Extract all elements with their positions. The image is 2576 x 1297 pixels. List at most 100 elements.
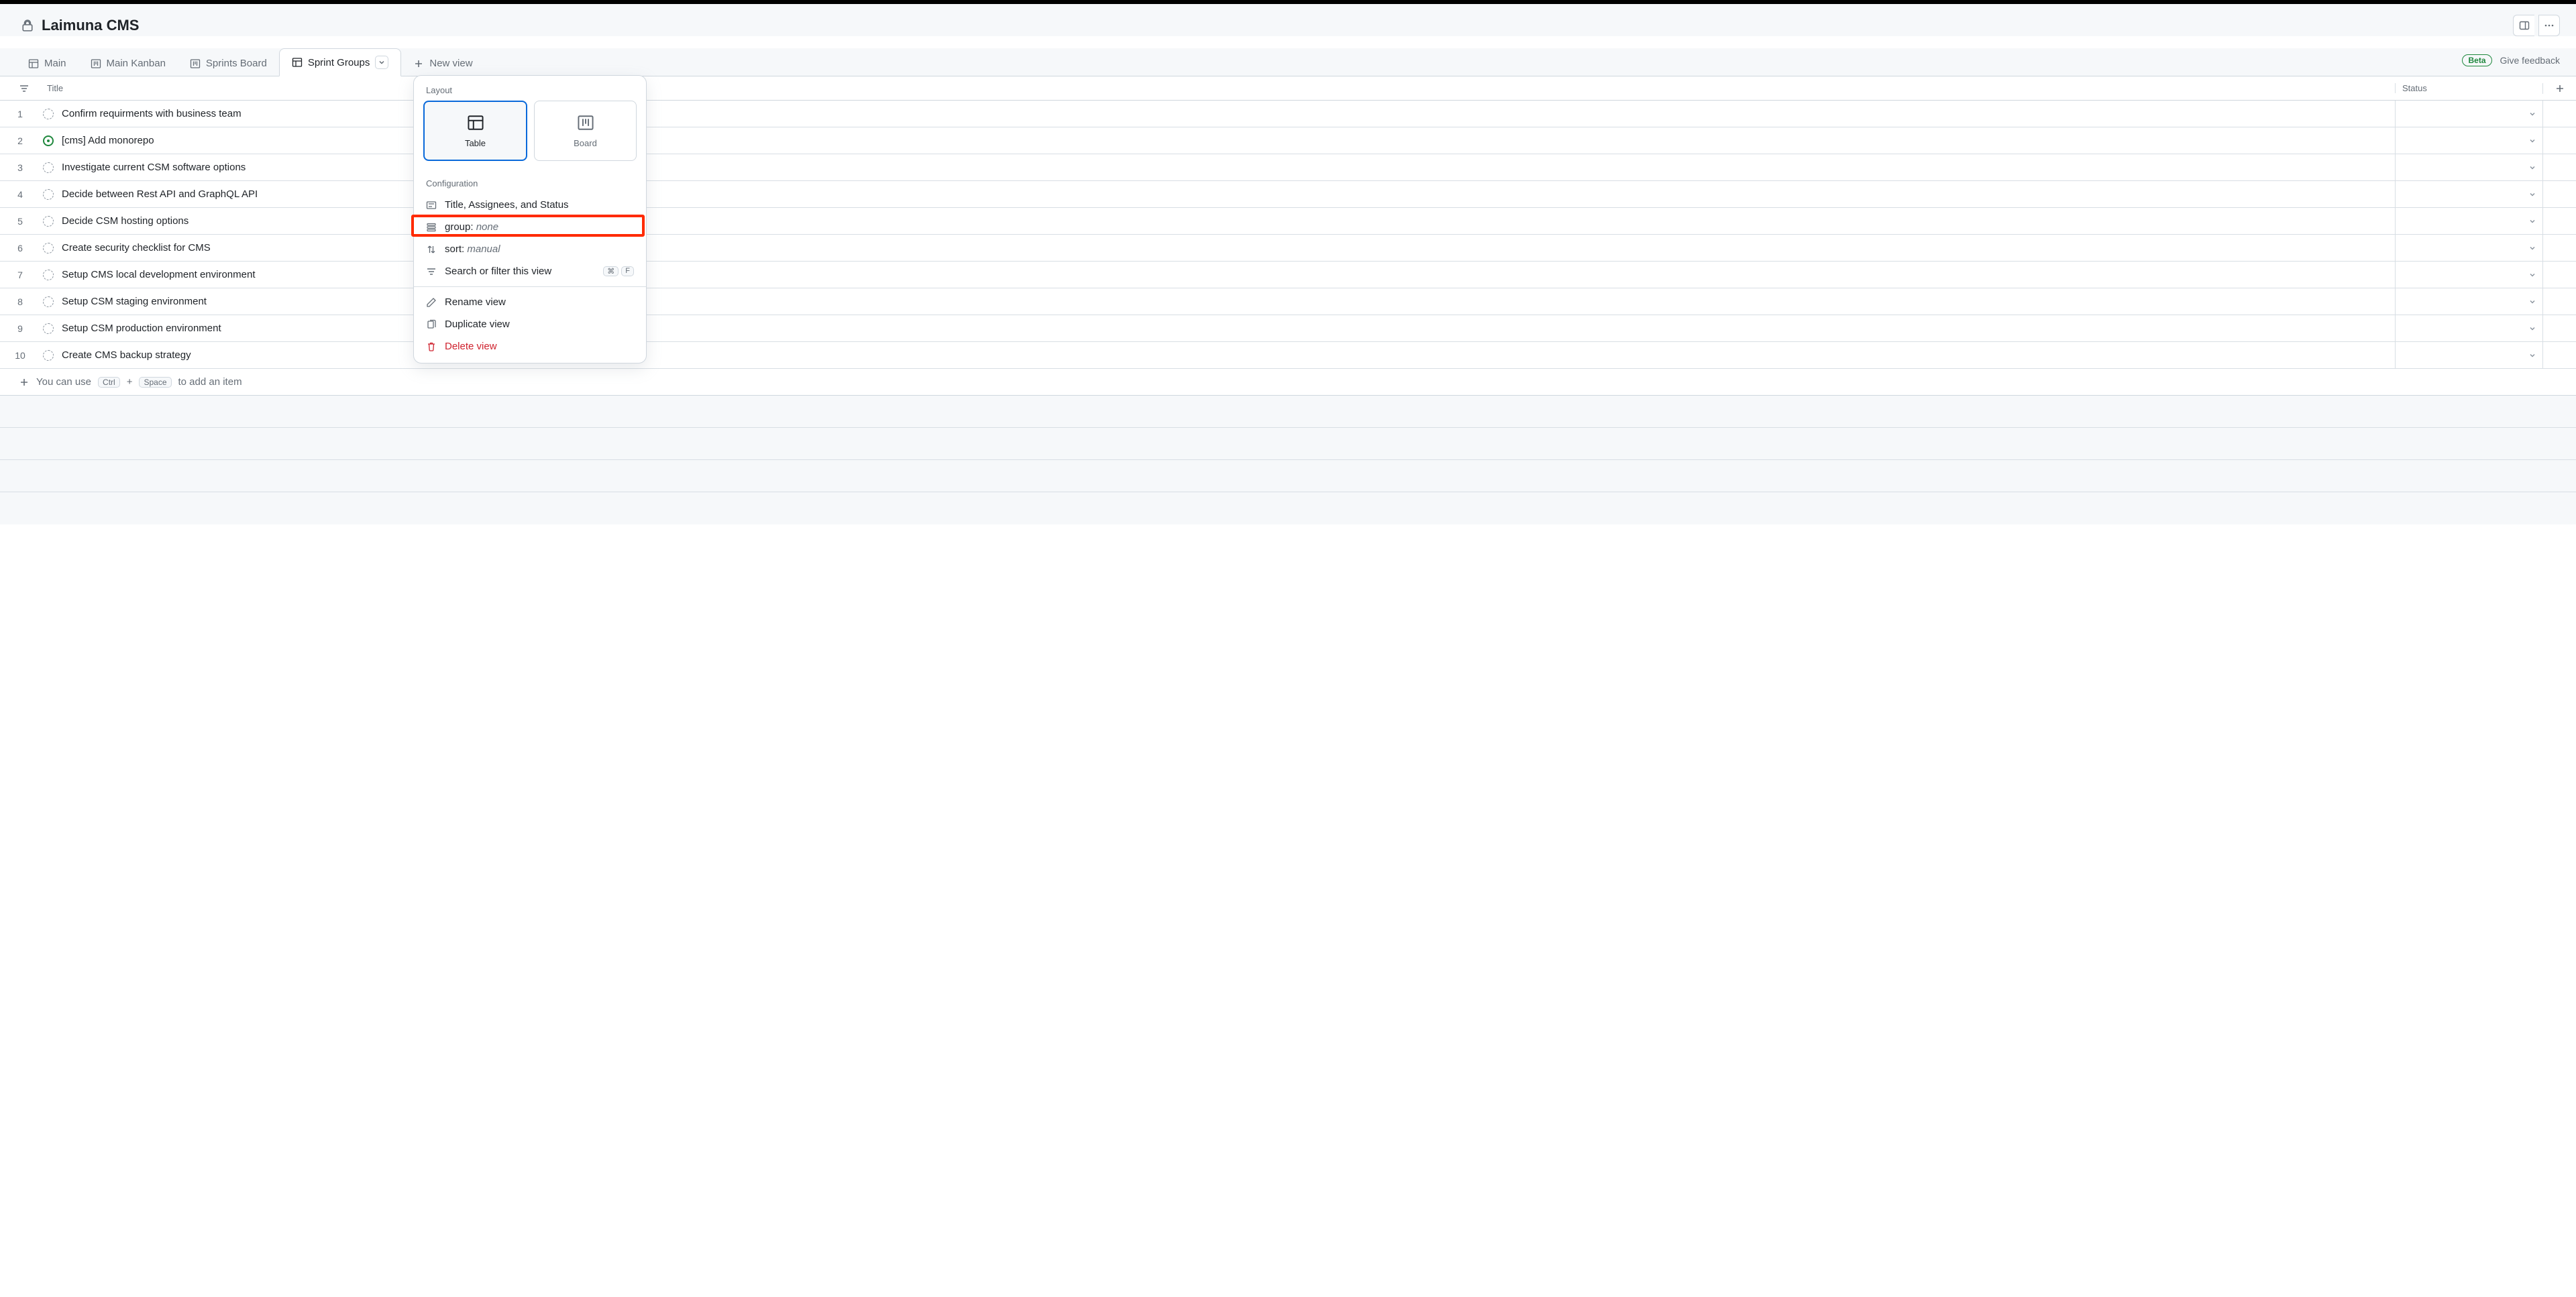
rename-view-item[interactable]: Rename view (414, 291, 646, 313)
table-row[interactable]: 4 Decide between Rest API and GraphQL API (0, 181, 2576, 208)
row-title-cell[interactable]: Setup CMS local development environment (40, 269, 2395, 280)
sort-icon (426, 244, 437, 255)
table-row[interactable]: 7 Setup CMS local development environment (0, 262, 2576, 288)
row-number: 6 (0, 243, 40, 253)
add-item-row[interactable]: You can use Ctrl + Space to add an item (0, 369, 2576, 396)
group-icon (426, 222, 437, 233)
search-filter-item[interactable]: Search or filter this view ⌘ F (414, 260, 646, 282)
chevron-down-icon (2529, 137, 2536, 144)
chevron-down-icon (2529, 111, 2536, 117)
row-title-text: [cms] Add monorepo (62, 135, 154, 146)
tab-main-kanban[interactable]: Main Kanban (78, 51, 178, 76)
row-title-cell[interactable]: Setup CSM production environment (40, 323, 2395, 334)
status-cell[interactable] (2395, 262, 2542, 288)
open-issue-icon (43, 135, 54, 146)
status-cell[interactable] (2395, 154, 2542, 180)
status-cell[interactable] (2395, 342, 2542, 368)
chevron-down-icon (2529, 352, 2536, 359)
row-number: 10 (0, 350, 40, 361)
row-title-cell[interactable]: Confirm requirments with business team (40, 108, 2395, 119)
table-row[interactable]: 1 Confirm requirments with business team (0, 101, 2576, 127)
status-cell[interactable] (2395, 181, 2542, 207)
row-number: 3 (0, 162, 40, 173)
new-view-button[interactable]: New view (401, 51, 484, 76)
draft-issue-icon (43, 109, 54, 119)
status-cell[interactable] (2395, 127, 2542, 154)
trash-icon (426, 341, 437, 352)
row-title-cell[interactable]: Decide CSM hosting options (40, 215, 2395, 227)
plus-icon (19, 377, 30, 388)
draft-issue-icon (43, 296, 54, 307)
column-status[interactable]: Status (2395, 83, 2542, 93)
tab-sprints-board[interactable]: Sprints Board (178, 51, 279, 76)
tab-main[interactable]: Main (16, 51, 78, 76)
table-row[interactable]: 3 Investigate current CSM software option… (0, 154, 2576, 181)
duplicate-icon (426, 319, 437, 330)
row-title-text: Setup CSM production environment (62, 323, 221, 334)
row-title-cell[interactable]: Create CMS backup strategy (40, 349, 2395, 361)
row-number: 5 (0, 216, 40, 227)
delete-view-item[interactable]: Delete view (414, 335, 646, 357)
status-cell[interactable] (2395, 208, 2542, 234)
project-title: Laimuna CMS (42, 17, 139, 34)
table-row[interactable]: 9Setup CSM production environment (0, 315, 2576, 342)
chevron-down-icon (2529, 191, 2536, 198)
table-row[interactable]: 2[cms] Add monorepo (0, 127, 2576, 154)
panel-toggle-button[interactable] (2513, 15, 2534, 36)
row-title-text: Setup CSM staging environment (62, 296, 207, 307)
draft-issue-icon (43, 323, 54, 334)
row-title-cell[interactable]: Decide between Rest API and GraphQL API (40, 188, 2395, 200)
draft-issue-icon (43, 243, 54, 253)
filter-button[interactable] (0, 83, 40, 94)
table-row[interactable]: 6 Create security checklist for CMS (0, 235, 2576, 262)
row-title-text: Decide between Rest API and GraphQL API (62, 188, 258, 200)
give-feedback-link[interactable]: Give feedback (2500, 55, 2561, 66)
configuration-section-label: Configuration (414, 169, 646, 194)
row-title-text: Investigate current CSM software options (62, 162, 246, 173)
layout-board-option[interactable]: Board (534, 101, 637, 161)
filter-icon (426, 266, 437, 277)
group-config-item[interactable]: group: none (414, 216, 646, 238)
sort-config-item[interactable]: sort: manual (414, 238, 646, 260)
fields-config-item[interactable]: Title, Assignees, and Status (414, 194, 646, 216)
items-table: Title Status 1 Confirm requirments with b… (0, 76, 2576, 524)
draft-issue-icon (43, 162, 54, 173)
row-title-cell[interactable]: Create security checklist for CMS (40, 242, 2395, 253)
layout-table-option[interactable]: Table (423, 101, 527, 161)
fields-icon (426, 200, 437, 211)
row-title-text: Create security checklist for CMS (62, 242, 211, 253)
tab-sprint-groups[interactable]: Sprint Groups (279, 48, 402, 76)
view-options-popover: Layout Table Board Configuration Title, … (413, 75, 647, 363)
row-title-cell[interactable]: Setup CSM staging environment (40, 296, 2395, 307)
chevron-down-icon (2529, 218, 2536, 225)
chevron-down-icon (2529, 272, 2536, 278)
draft-issue-icon (43, 350, 54, 361)
row-number: 8 (0, 296, 40, 307)
pencil-icon (426, 297, 437, 308)
more-options-button[interactable] (2538, 15, 2560, 36)
status-cell[interactable] (2395, 235, 2542, 261)
add-column-button[interactable] (2542, 83, 2576, 94)
row-title-cell[interactable]: Investigate current CSM software options (40, 162, 2395, 173)
column-title[interactable]: Title (40, 83, 2395, 93)
beta-badge: Beta (2462, 54, 2491, 66)
draft-issue-icon (43, 189, 54, 200)
row-title-text: Setup CMS local development environment (62, 269, 256, 280)
row-title-cell[interactable]: [cms] Add monorepo (40, 135, 2395, 146)
row-title-text: Confirm requirments with business team (62, 108, 241, 119)
chevron-down-icon (2529, 298, 2536, 305)
duplicate-view-item[interactable]: Duplicate view (414, 313, 646, 335)
table-row[interactable]: 5 Decide CSM hosting options (0, 208, 2576, 235)
chevron-down-icon (2529, 245, 2536, 251)
table-row[interactable]: 10Create CMS backup strategy (0, 342, 2576, 369)
row-number: 4 (0, 189, 40, 200)
status-cell[interactable] (2395, 315, 2542, 341)
table-row[interactable]: 8 Setup CSM staging environment (0, 288, 2576, 315)
view-tabs: Main Main Kanban Sprints Board Sprint Gr… (16, 48, 485, 76)
status-cell[interactable] (2395, 288, 2542, 315)
row-number: 7 (0, 270, 40, 280)
row-number: 1 (0, 109, 40, 119)
status-cell[interactable] (2395, 101, 2542, 127)
view-options-dropdown[interactable] (375, 56, 388, 69)
row-title-text: Decide CSM hosting options (62, 215, 189, 227)
